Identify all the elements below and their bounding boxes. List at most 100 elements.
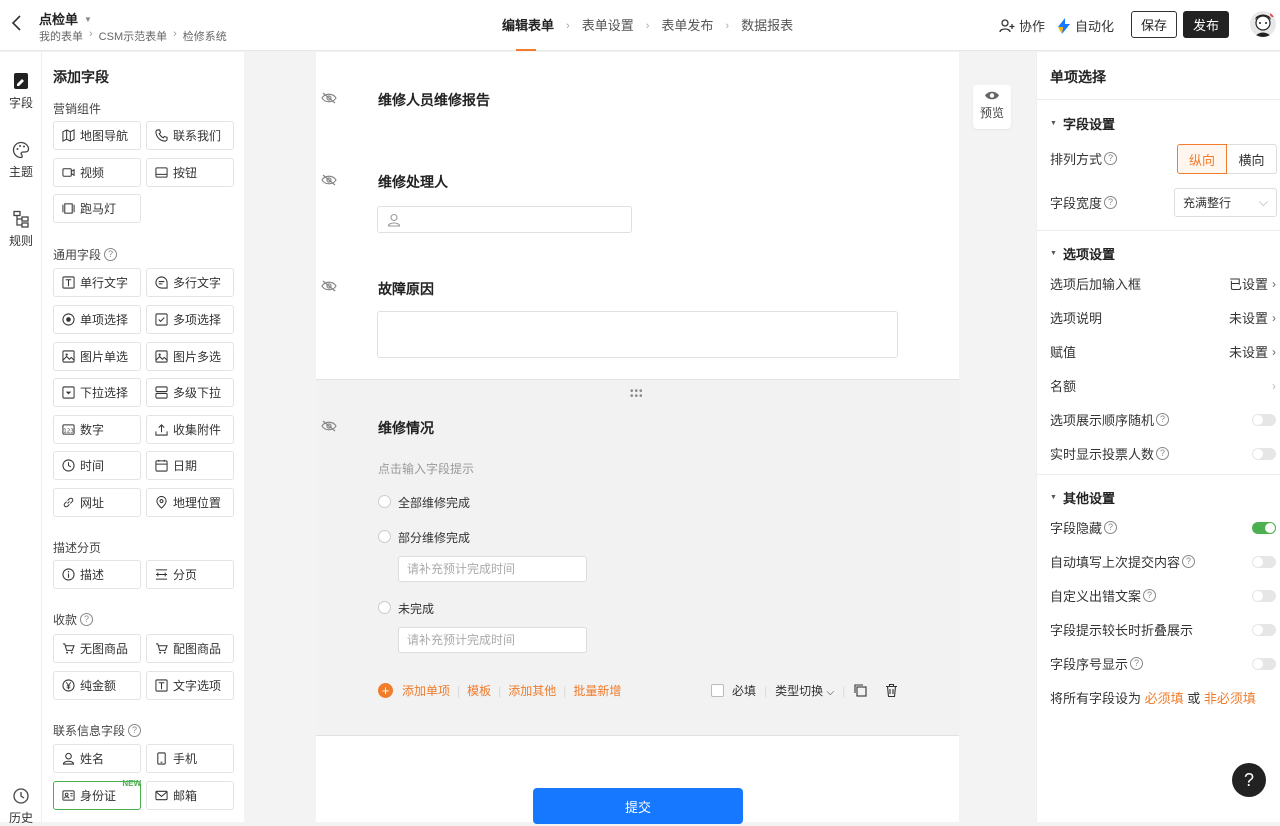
nav-item-theme[interactable]: 主题 [0,141,42,180]
custom-error-toggle[interactable] [1252,589,1276,602]
help-icon[interactable]: ? [1156,447,1170,460]
quota-row[interactable]: 名额 › [1050,376,1276,395]
section-field-settings[interactable]: ▼ 字段设置 [1050,114,1115,133]
active-form-field[interactable]: ••• ••• 维修情况 点击输入字段提示 全部维修完成 部分维修完成 请补充预计… [316,379,959,736]
collapse-hint-toggle[interactable] [1252,623,1276,636]
option-input-row[interactable]: 选项后加输入框 已设置 › [1050,274,1276,293]
help-icon[interactable]: ? [1130,657,1144,670]
help-icon[interactable]: ? [128,724,142,737]
field-email[interactable]: 邮箱 [146,781,234,810]
trash-icon[interactable] [884,683,899,698]
breadcrumb-item[interactable]: 检修系统 [183,28,227,44]
field-video[interactable]: 视频 [53,158,141,187]
avatar[interactable] [1250,11,1276,37]
field-attachment[interactable]: 收集附件 [146,415,234,444]
option-label[interactable]: 部分维修完成 [398,529,470,546]
field-number-toggle[interactable] [1252,657,1276,670]
fault-reason-textarea[interactable] [377,311,898,358]
publish-button[interactable]: 发布 [1183,11,1229,38]
nav-item-history[interactable]: 历史 [0,787,42,826]
help-button[interactable]: ? [1232,763,1266,797]
tab-form-publish[interactable]: 表单发布 [661,0,713,51]
plus-circle-icon[interactable]: + [378,683,393,698]
copy-icon[interactable] [853,683,868,698]
help-icon[interactable]: ? [1143,589,1157,602]
field-button[interactable]: 按钮 [146,158,234,187]
tab-edit-form[interactable]: 编辑表单 [502,0,554,51]
help-icon[interactable]: ? [1104,152,1118,165]
nav-item-fields[interactable]: 字段 [0,72,42,111]
form-field[interactable]: 故障原因 [316,242,959,379]
option-radio[interactable] [378,495,391,508]
field-hint[interactable]: 点击输入字段提示 [378,460,474,477]
set-all-required-link[interactable]: 必须填 [1145,691,1184,706]
eye-off-icon[interactable] [321,92,337,104]
field-contact-us[interactable]: 联系我们 [146,121,234,150]
field-id-card[interactable]: 身份证 NEW [53,779,141,810]
option-desc-row[interactable]: 选项说明 未设置 › [1050,308,1276,327]
field-multi-choice[interactable]: 多项选择 [146,305,234,334]
field-description[interactable]: 描述 [53,560,141,589]
option-label[interactable]: 未完成 [398,600,434,617]
tab-form-settings[interactable]: 表单设置 [582,0,634,51]
eye-off-icon[interactable] [321,280,337,292]
field-map-nav[interactable]: 地图导航 [53,121,141,150]
help-icon[interactable]: ? [1104,196,1118,209]
eye-off-icon[interactable] [321,420,337,432]
field-title[interactable]: 维修情况 [378,418,434,438]
field-product-no-image[interactable]: 无图商品 [53,634,141,663]
add-other-link[interactable]: 添加其他 [508,682,556,699]
breadcrumb-item[interactable]: 我的表单 [39,28,83,44]
preview-button[interactable]: 预览 [973,85,1011,129]
submit-button[interactable]: 提交 [533,788,743,824]
required-checkbox[interactable] [711,684,724,697]
automation-button[interactable]: 自动化 [1057,16,1114,35]
help-icon[interactable]: ? [1156,413,1170,426]
field-dropdown[interactable]: 下拉选择 [53,378,141,407]
completion-time-input[interactable]: 请补充预计完成时间 [398,627,587,653]
field-image-multi[interactable]: 图片多选 [146,342,234,371]
collab-button[interactable]: 协作 [999,16,1045,35]
completion-time-input[interactable]: 请补充预计完成时间 [398,556,587,582]
field-single-line[interactable]: 单行文字 [53,268,141,297]
help-icon[interactable]: ? [80,613,94,626]
field-cascade-dropdown[interactable]: 多级下拉 [146,378,234,407]
option-radio[interactable] [378,530,391,543]
field-name[interactable]: 姓名 [53,744,141,773]
drag-handle-icon[interactable]: ••• ••• [630,387,644,402]
help-icon[interactable]: ? [104,248,118,261]
hide-field-toggle[interactable] [1252,521,1276,534]
field-single-choice[interactable]: 单项选择 [53,305,141,334]
field-amount[interactable]: 纯金额 [53,671,141,700]
handler-input[interactable] [377,206,632,233]
field-url[interactable]: 网址 [53,488,141,517]
back-arrow-icon[interactable] [10,14,28,34]
form-field[interactable]: 维修处理人 [316,132,959,242]
help-icon[interactable]: ? [1104,521,1118,534]
tab-data-report[interactable]: 数据报表 [741,0,793,51]
template-link[interactable]: 模板 [467,682,491,699]
option-radio[interactable] [378,601,391,614]
assign-value-row[interactable]: 赋值 未设置 › [1050,342,1276,361]
section-option-settings[interactable]: ▼ 选项设置 [1050,244,1115,263]
random-order-toggle[interactable] [1252,413,1276,426]
field-time[interactable]: 时间 [53,451,141,480]
help-icon[interactable]: ? [1182,555,1196,568]
field-width-select[interactable]: 充满整行 ⌵ [1174,188,1277,217]
field-image-single[interactable]: 图片单选 [53,342,141,371]
field-text-option[interactable]: 文字选项 [146,671,234,700]
field-mobile[interactable]: 手机 [146,744,234,773]
field-page-break[interactable]: 分页 [146,560,234,589]
field-multi-line[interactable]: 多行文字 [146,268,234,297]
save-button[interactable]: 保存 [1131,11,1177,38]
show-votes-toggle[interactable] [1252,447,1276,460]
type-switch[interactable]: 类型切换 ⌵ [775,682,834,699]
field-product-with-image[interactable]: 配图商品 [146,634,234,663]
form-field[interactable]: 维修人员维修报告 [316,52,959,132]
add-option-link[interactable]: 添加单项 [402,682,450,699]
field-date[interactable]: 日期 [146,451,234,480]
eye-off-icon[interactable] [321,174,337,186]
autofill-toggle[interactable] [1252,555,1276,568]
field-marquee[interactable]: 跑马灯 [53,194,141,223]
field-location[interactable]: 地理位置 [146,488,234,517]
